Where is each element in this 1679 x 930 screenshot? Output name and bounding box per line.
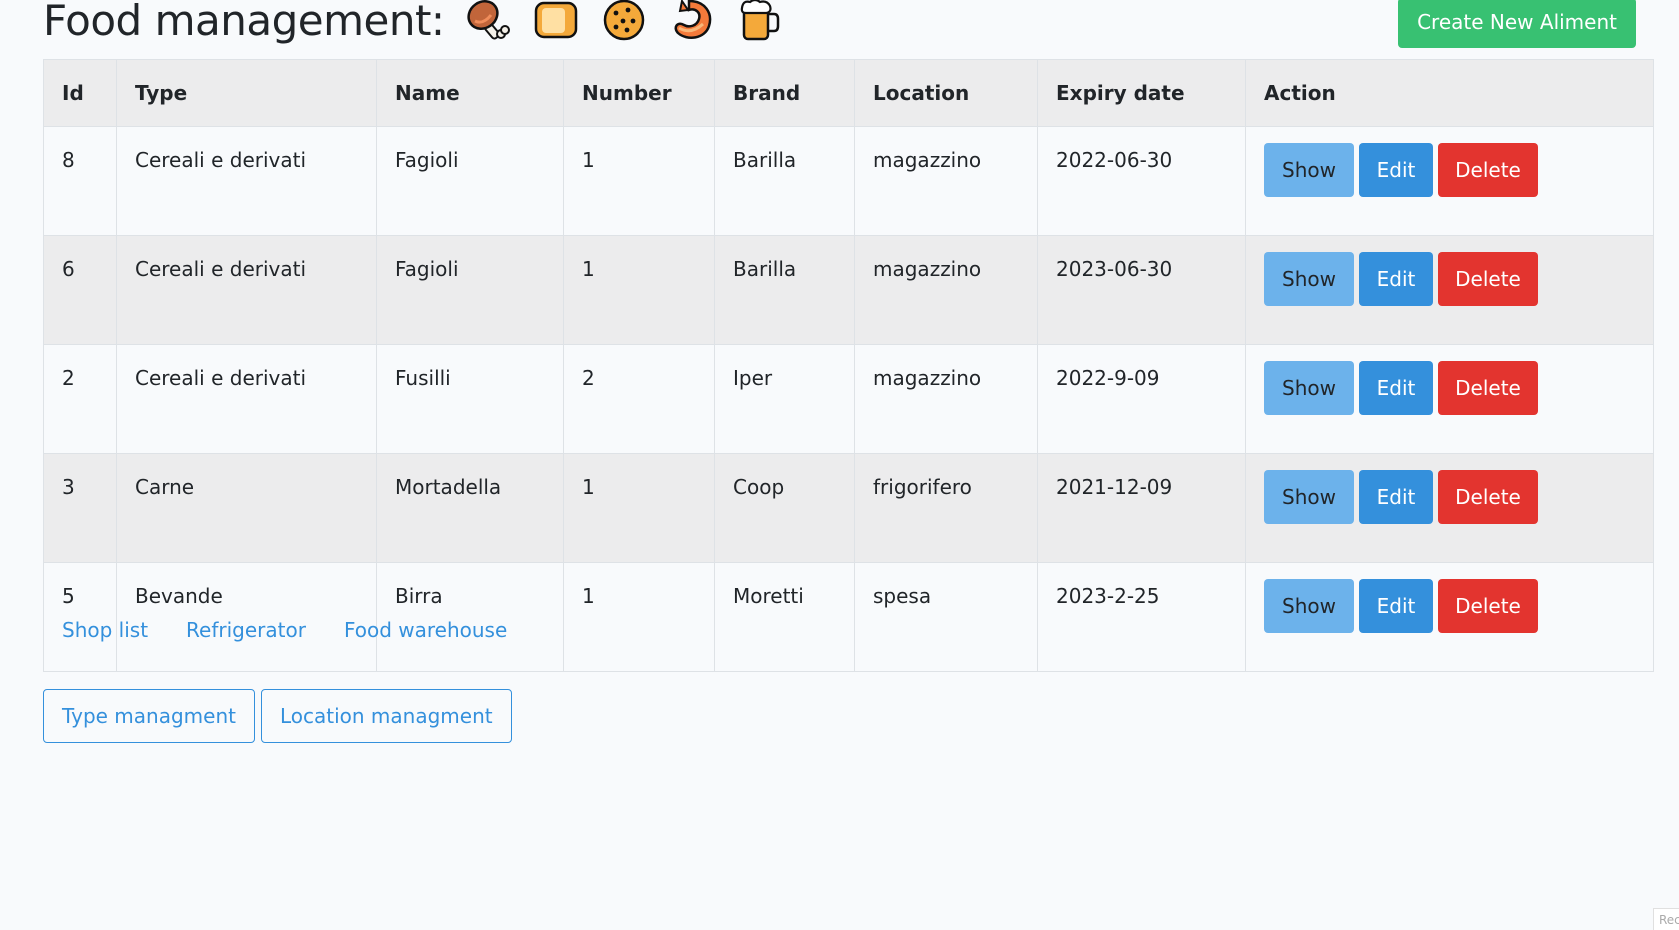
table-row: 6 Cereali e derivati Fagioli 1 Barilla m… — [43, 235, 1654, 345]
cell-location: spesa — [854, 562, 1038, 672]
cell-number: 1 — [563, 235, 715, 345]
cell-id: 6 — [43, 235, 117, 345]
cell-brand: Coop — [714, 453, 855, 563]
cell-location: magazzino — [854, 344, 1038, 454]
column-header-type: Type — [116, 59, 377, 127]
column-header-name: Name — [376, 59, 564, 127]
cell-location: magazzino — [854, 235, 1038, 345]
food-location-links: Shop list Refrigerator Food warehouse — [43, 608, 526, 652]
cell-actions: Show Edit Delete — [1245, 235, 1654, 345]
cell-type: Cereali e derivati — [116, 235, 377, 345]
cell-brand: Barilla — [714, 126, 855, 236]
edit-button[interactable]: Edit — [1359, 579, 1433, 633]
cell-actions: Show Edit Delete — [1245, 126, 1654, 236]
cell-number: 1 — [563, 562, 715, 672]
cell-number: 2 — [563, 344, 715, 454]
edit-button[interactable]: Edit — [1359, 470, 1433, 524]
cell-brand: Iper — [714, 344, 855, 454]
edit-button[interactable]: Edit — [1359, 143, 1433, 197]
cell-expiry-date: 2023-06-30 — [1037, 235, 1246, 345]
cell-expiry-date: 2023-2-25 — [1037, 562, 1246, 672]
page-title: Food management: — [43, 0, 445, 45]
cell-actions: Show Edit Delete — [1245, 562, 1654, 672]
cell-id: 3 — [43, 453, 117, 563]
cell-number: 1 — [563, 453, 715, 563]
edit-button[interactable]: Edit — [1359, 361, 1433, 415]
cell-name: Fagioli — [376, 235, 564, 345]
table-row: 2 Cereali e derivati Fusilli 2 Iper maga… — [43, 344, 1654, 454]
refrigerator-link[interactable]: Refrigerator — [167, 608, 325, 652]
edit-button[interactable]: Edit — [1359, 252, 1433, 306]
location-management-button[interactable]: Location managment — [260, 689, 512, 743]
corner-badge: Rec — [1653, 908, 1679, 930]
cell-brand: Barilla — [714, 235, 855, 345]
cell-name: Mortadella — [376, 453, 564, 563]
cell-name: Fagioli — [376, 126, 564, 236]
table-header-row: Id Type Name Number Brand Location Expir… — [43, 59, 1654, 127]
cell-name: Fusilli — [376, 344, 564, 454]
column-header-location: Location — [854, 59, 1038, 127]
cell-location: frigorifero — [854, 453, 1038, 563]
show-button[interactable]: Show — [1264, 143, 1354, 197]
cell-number: 1 — [563, 126, 715, 236]
column-header-brand: Brand — [714, 59, 855, 127]
aliments-table: Id Type Name Number Brand Location Expir… — [43, 59, 1654, 672]
cell-actions: Show Edit Delete — [1245, 453, 1654, 563]
meat-on-bone-icon — [465, 0, 511, 43]
delete-button[interactable]: Delete — [1438, 579, 1538, 633]
page: Food management: Create New Aliment Id T… — [0, 0, 1679, 930]
beer-mug-icon — [737, 0, 783, 43]
table-row: 8 Cereali e derivati Fagioli 1 Barilla m… — [43, 126, 1654, 236]
column-header-action: Action — [1245, 59, 1654, 127]
create-new-aliment-button[interactable]: Create New Aliment — [1398, 0, 1636, 48]
show-button[interactable]: Show — [1264, 579, 1354, 633]
type-management-button[interactable]: Type managment — [43, 689, 255, 743]
bread-icon — [533, 0, 579, 43]
emoji-row — [465, 0, 783, 43]
title-group: Food management: — [43, 0, 783, 45]
cell-id: 8 — [43, 126, 117, 236]
show-button[interactable]: Show — [1264, 361, 1354, 415]
cell-id: 2 — [43, 344, 117, 454]
delete-button[interactable]: Delete — [1438, 143, 1538, 197]
column-header-expiry-date: Expiry date — [1037, 59, 1246, 127]
delete-button[interactable]: Delete — [1438, 470, 1538, 524]
table-row: 3 Carne Mortadella 1 Coop frigorifero 20… — [43, 453, 1654, 563]
cookie-icon — [601, 0, 647, 43]
cell-expiry-date: 2021-12-09 — [1037, 453, 1246, 563]
cell-type: Cereali e derivati — [116, 126, 377, 236]
cell-type: Cereali e derivati — [116, 344, 377, 454]
cell-type: Carne — [116, 453, 377, 563]
food-warehouse-link[interactable]: Food warehouse — [325, 608, 526, 652]
cell-expiry-date: 2022-06-30 — [1037, 126, 1246, 236]
cell-location: magazzino — [854, 126, 1038, 236]
shop-list-link[interactable]: Shop list — [43, 608, 167, 652]
delete-button[interactable]: Delete — [1438, 361, 1538, 415]
aliments-table-wrapper: Id Type Name Number Brand Location Expir… — [43, 59, 1654, 672]
cell-expiry-date: 2022-9-09 — [1037, 344, 1246, 454]
column-header-id: Id — [43, 59, 117, 127]
show-button[interactable]: Show — [1264, 470, 1354, 524]
column-header-number: Number — [563, 59, 715, 127]
header: Food management: Create New Aliment — [43, 0, 1636, 58]
delete-button[interactable]: Delete — [1438, 252, 1538, 306]
show-button[interactable]: Show — [1264, 252, 1354, 306]
management-buttons: Type managment Location managment — [43, 689, 512, 743]
shrimp-icon — [669, 0, 715, 43]
cell-brand: Moretti — [714, 562, 855, 672]
cell-actions: Show Edit Delete — [1245, 344, 1654, 454]
